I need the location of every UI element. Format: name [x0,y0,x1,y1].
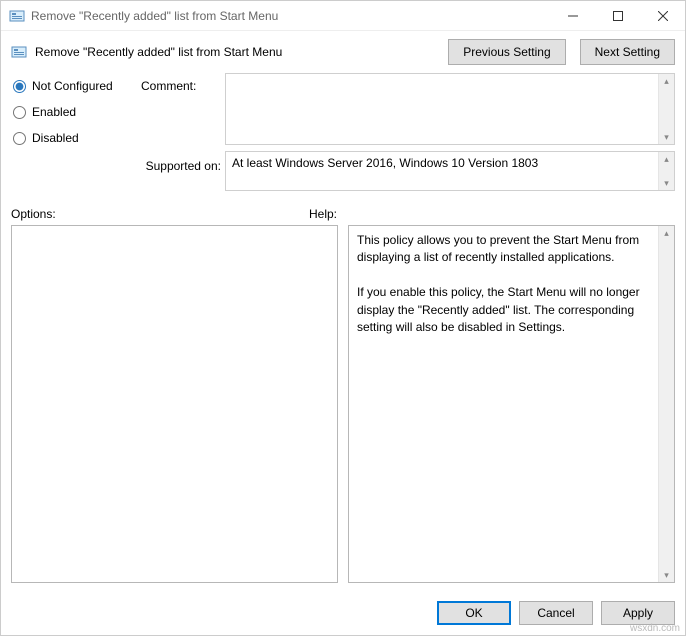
previous-setting-button[interactable]: Previous Setting [448,39,565,65]
apply-button[interactable]: Apply [601,601,675,625]
comment-field[interactable]: ▴▾ [225,73,675,145]
help-paragraph: If you enable this policy, the Start Men… [357,284,650,336]
scroll-down-icon[interactable]: ▾ [664,568,669,582]
scroll-up-icon[interactable]: ▴ [664,74,669,88]
options-content [12,226,337,582]
ok-button[interactable]: OK [437,601,511,625]
comment-value [226,74,658,144]
scrollbar[interactable]: ▴▾ [658,74,674,144]
close-button[interactable] [640,1,685,31]
supported-label: Supported on: [141,151,221,191]
policy-icon [11,44,27,60]
supported-value: At least Windows Server 2016, Windows 10… [226,152,658,190]
scroll-up-icon[interactable]: ▴ [664,152,669,166]
policy-title: Remove "Recently added" list from Start … [35,45,448,59]
maximize-button[interactable] [595,1,640,31]
comment-label: Comment: [141,73,221,145]
header: Remove "Recently added" list from Start … [1,31,685,69]
watermark: wsxdn.com [630,623,680,634]
supported-field: At least Windows Server 2016, Windows 10… [225,151,675,191]
radio-enabled-input[interactable] [13,106,26,119]
options-label: Options: [11,207,309,221]
cancel-button[interactable]: Cancel [519,601,593,625]
radio-disabled[interactable]: Disabled [11,131,137,145]
window-title: Remove "Recently added" list from Start … [31,9,550,23]
help-content: This policy allows you to prevent the St… [349,226,658,582]
scroll-down-icon[interactable]: ▾ [664,176,669,190]
minimize-button[interactable] [550,1,595,31]
titlebar: Remove "Recently added" list from Start … [1,1,685,31]
state-radio-group: Not Configured Enabled Disabled [11,73,137,191]
radio-disabled-input[interactable] [13,132,26,145]
scroll-down-icon[interactable]: ▾ [664,130,669,144]
radio-label: Disabled [32,131,79,145]
help-label: Help: [309,207,337,221]
options-pane [11,225,338,583]
radio-not-configured-input[interactable] [13,80,26,93]
dialog-footer: OK Cancel Apply [1,591,685,635]
scroll-up-icon[interactable]: ▴ [664,226,669,240]
next-setting-button[interactable]: Next Setting [580,39,675,65]
scrollbar[interactable]: ▴▾ [658,152,674,190]
help-pane: This policy allows you to prevent the St… [348,225,675,583]
radio-label: Not Configured [32,79,113,93]
radio-label: Enabled [32,105,76,119]
dialog-window: Remove "Recently added" list from Start … [0,0,686,636]
radio-enabled[interactable]: Enabled [11,105,137,119]
help-paragraph: This policy allows you to prevent the St… [357,232,650,267]
policy-icon [9,8,25,24]
scrollbar[interactable]: ▴▾ [658,226,674,582]
radio-not-configured[interactable]: Not Configured [11,79,137,93]
